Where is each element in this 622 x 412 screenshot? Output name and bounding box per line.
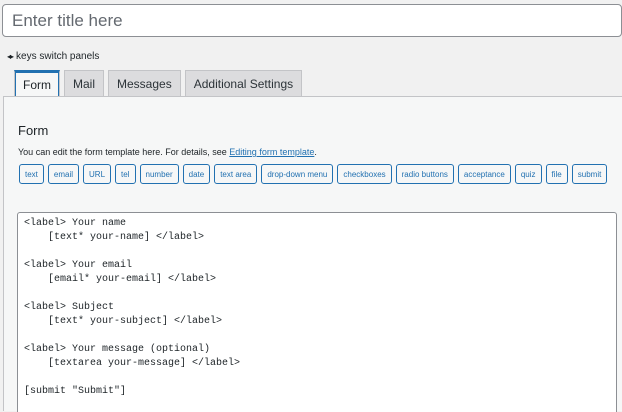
tag-button-email[interactable]: email (47, 164, 80, 184)
description-text: You can edit the form template here. For… (18, 147, 230, 157)
tag-button-drop-down-menu[interactable]: drop-down menu (261, 164, 334, 184)
panel-title: Form (18, 123, 49, 138)
tab-form[interactable]: Form (14, 70, 60, 97)
tag-button-quiz[interactable]: quiz (514, 164, 542, 184)
tag-button-number[interactable]: number (139, 164, 179, 184)
form-template-editor[interactable]: <label> Your name [text* your-name] </la… (17, 212, 617, 412)
panel-tabs: Form Mail Messages Additional Settings (14, 70, 303, 97)
tag-button-text[interactable]: text (19, 164, 44, 184)
tag-button-submit[interactable]: submit (571, 164, 608, 184)
tag-button-date[interactable]: date (182, 164, 211, 184)
tag-button-text-area[interactable]: text area (214, 164, 258, 184)
tag-button-radio-buttons[interactable]: radio buttons (395, 164, 454, 184)
editing-form-template-link[interactable]: Editing form template (229, 147, 314, 157)
tab-additional-settings[interactable]: Additional Settings (184, 70, 303, 96)
form-panel: Form You can edit the form template here… (3, 96, 622, 412)
tab-messages[interactable]: Messages (108, 70, 181, 96)
tag-button-file[interactable]: file (545, 164, 568, 184)
tab-mail[interactable]: Mail (64, 70, 105, 96)
tag-button-checkboxes[interactable]: checkboxes (337, 164, 392, 184)
tag-button-url[interactable]: URL (83, 164, 112, 184)
title-input[interactable] (2, 4, 622, 37)
panel-description: You can edit the form template here. For… (18, 147, 317, 157)
arrow-keys-icon: ◂▸ (7, 52, 14, 61)
tag-button-acceptance[interactable]: acceptance (457, 164, 511, 184)
keys-hint: ◂▸ keys switch panels (7, 51, 99, 62)
description-end: . (314, 147, 317, 157)
tag-button-tel[interactable]: tel (115, 164, 136, 184)
keys-hint-text: keys switch panels (16, 51, 100, 62)
tag-generator-buttons: text email URL tel number date text area… (19, 164, 614, 184)
